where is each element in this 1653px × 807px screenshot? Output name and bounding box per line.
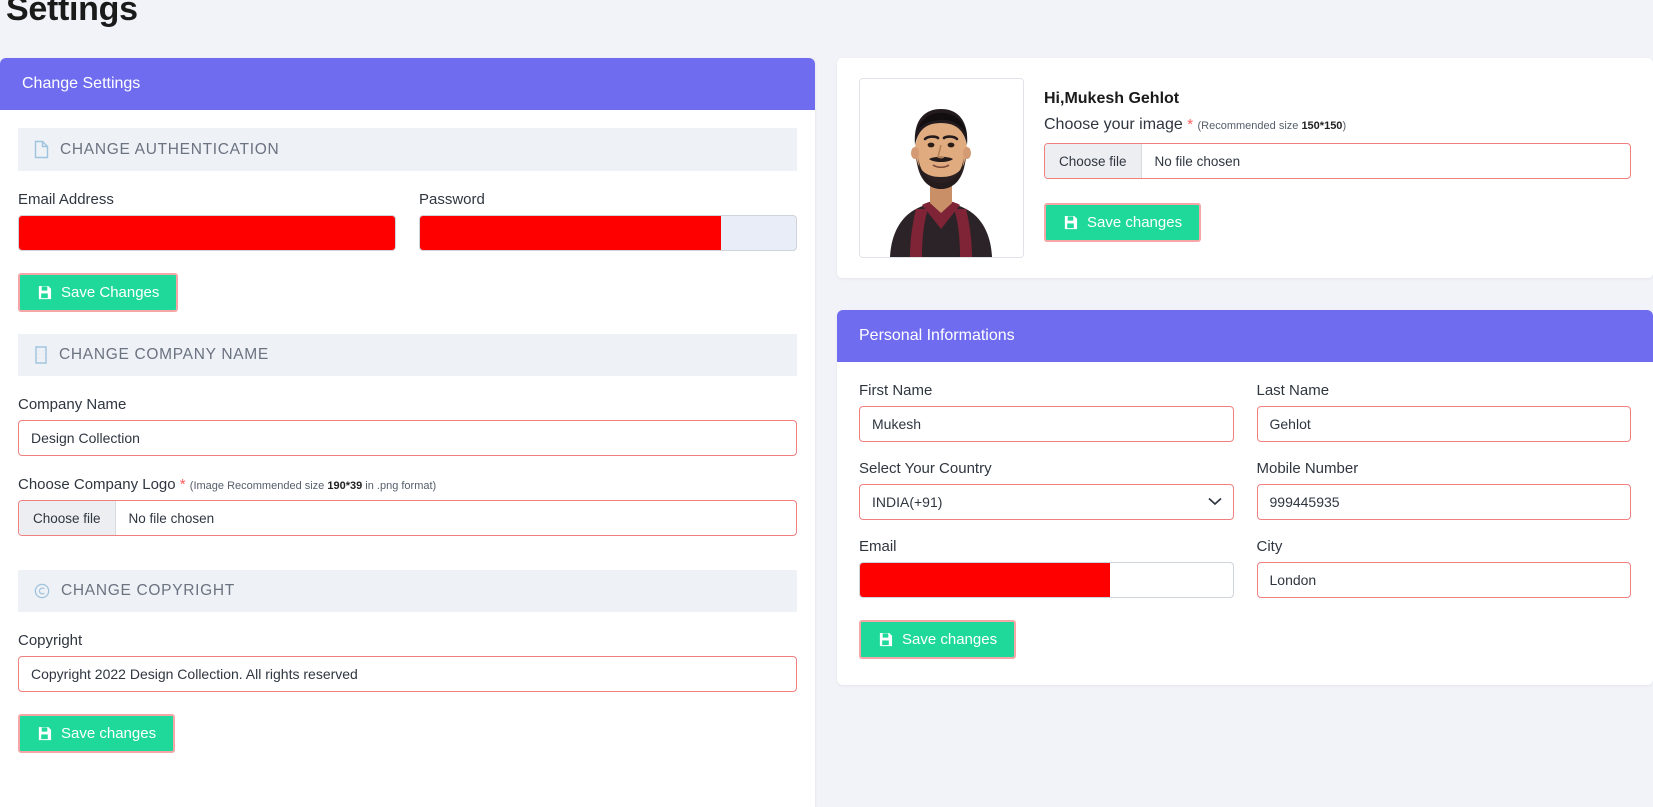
personal-informations-header: Personal Informations bbox=[837, 310, 1653, 362]
change-settings-card: Change Settings CHANGE AUTHENTICATION Em… bbox=[0, 58, 815, 807]
city-label: City bbox=[1256, 538, 1283, 555]
hint-pre: (Recommended size bbox=[1197, 120, 1302, 132]
required-asterisk: * bbox=[179, 476, 186, 493]
right-column: Hi,Mukesh Gehlot Choose your image * (Re… bbox=[837, 58, 1653, 685]
change-settings-body: CHANGE AUTHENTICATION Email Address Pass… bbox=[0, 110, 815, 753]
email-address-label: Email Address bbox=[18, 191, 114, 208]
company-logo-text: Choose Company Logo bbox=[18, 476, 176, 493]
first-name-label: First Name bbox=[859, 382, 933, 399]
section-title: CHANGE COMPANY NAME bbox=[59, 346, 269, 363]
copyright-group: Copyright Copyright 2022 Design Collecti… bbox=[18, 632, 797, 692]
hint-size: 190*39 bbox=[327, 480, 363, 492]
country-select[interactable]: INDIA(+91) bbox=[859, 484, 1234, 520]
email-label: Email bbox=[859, 538, 897, 555]
profile-image-card: Hi,Mukesh Gehlot Choose your image * (Re… bbox=[837, 58, 1653, 278]
copyright-icon bbox=[34, 583, 50, 599]
file-name-text: No file chosen bbox=[128, 510, 215, 526]
building-icon bbox=[34, 346, 48, 364]
settings-page: Settings Change Settings CHANGE AUTHENTI… bbox=[0, 0, 1653, 807]
password-label: Password bbox=[419, 191, 485, 208]
save-disk-icon bbox=[1063, 215, 1078, 230]
mobile-number-input[interactable]: 999445935 bbox=[1256, 484, 1631, 520]
company-logo-group: Choose Company Logo * (Image Recommended… bbox=[18, 476, 797, 536]
change-settings-header: Change Settings bbox=[0, 58, 815, 110]
profile-image-file-input[interactable]: Choose file No file chosen bbox=[1044, 143, 1631, 179]
mobile-number-group: Mobile Number 999445935 bbox=[1256, 460, 1631, 520]
copyright-input[interactable]: Copyright 2022 Design Collection. All ri… bbox=[18, 656, 797, 692]
choose-image-text: Choose your image bbox=[1044, 116, 1183, 133]
last-name-group: Last Name Gehlot bbox=[1256, 382, 1631, 442]
save-disk-icon bbox=[878, 632, 893, 647]
save-copyright-label: Save changes bbox=[61, 725, 157, 742]
redaction-bar bbox=[19, 216, 395, 250]
save-personal-info-label: Save changes bbox=[902, 631, 998, 648]
save-personal-info-button[interactable]: Save changes bbox=[859, 620, 1017, 659]
choose-image-label: Choose your image * (Recommended size 15… bbox=[1044, 116, 1631, 134]
company-name-label: Company Name bbox=[18, 396, 127, 413]
section-title: CHANGE AUTHENTICATION bbox=[60, 140, 280, 158]
choose-image-hint: (Recommended size 150*150) bbox=[1198, 120, 1347, 132]
save-disk-icon bbox=[37, 285, 52, 300]
avatar-photo-illustration bbox=[860, 79, 1023, 257]
required-asterisk: * bbox=[1187, 116, 1194, 133]
save-authentication-button[interactable]: Save Changes bbox=[18, 273, 179, 312]
email-address-group: Email Address bbox=[18, 191, 396, 251]
company-name-group: Company Name Design Collection bbox=[18, 396, 797, 456]
country-group: Select Your Country INDIA(+91) bbox=[859, 460, 1234, 520]
save-disk-icon bbox=[37, 726, 52, 741]
file-name-text: No file chosen bbox=[1154, 153, 1241, 169]
password-group: Password bbox=[419, 191, 797, 251]
company-logo-file-input[interactable]: Choose file No file chosen bbox=[18, 500, 797, 536]
user-avatar bbox=[859, 78, 1024, 258]
greeting-text: Hi,Mukesh Gehlot bbox=[1044, 90, 1180, 107]
company-logo-hint: (Image Recommended size 190*39 in .png f… bbox=[190, 480, 436, 492]
hint-pre: (Image Recommended size bbox=[189, 480, 328, 492]
company-name-input[interactable]: Design Collection bbox=[18, 420, 797, 456]
first-name-input[interactable]: Mukesh bbox=[859, 406, 1234, 442]
save-copyright-button[interactable]: Save changes bbox=[18, 714, 176, 753]
hint-size: 150*150 bbox=[1301, 120, 1343, 132]
country-select-wrapper: INDIA(+91) bbox=[859, 484, 1234, 520]
mobile-number-label: Mobile Number bbox=[1256, 460, 1359, 477]
profile-details: Hi,Mukesh Gehlot Choose your image * (Re… bbox=[1044, 78, 1631, 258]
email-input[interactable] bbox=[859, 562, 1234, 598]
country-label: Select Your Country bbox=[859, 460, 992, 477]
redaction-bar bbox=[860, 563, 1110, 597]
choose-file-button[interactable]: Choose file bbox=[19, 501, 116, 535]
city-group: City London bbox=[1256, 538, 1631, 598]
last-name-input[interactable]: Gehlot bbox=[1256, 406, 1631, 442]
city-input[interactable]: London bbox=[1256, 562, 1631, 598]
email-address-input[interactable] bbox=[18, 215, 396, 251]
hint-post: in .png format) bbox=[362, 480, 437, 492]
section-change-authentication: CHANGE AUTHENTICATION bbox=[18, 128, 797, 171]
file-icon bbox=[34, 140, 49, 159]
email-group: Email bbox=[859, 538, 1234, 598]
section-change-company-name: CHANGE COMPANY NAME bbox=[18, 334, 797, 376]
copyright-label: Copyright bbox=[18, 632, 83, 649]
redaction-bar bbox=[420, 216, 721, 250]
save-profile-image-button[interactable]: Save changes bbox=[1044, 203, 1202, 242]
company-logo-label: Choose Company Logo * (Image Recommended… bbox=[18, 476, 797, 493]
personal-informations-card: Personal Informations First Name Mukesh … bbox=[837, 310, 1653, 685]
first-name-group: First Name Mukesh bbox=[859, 382, 1234, 442]
last-name-label: Last Name bbox=[1256, 382, 1330, 399]
save-profile-image-label: Save changes bbox=[1087, 214, 1183, 231]
hint-post: ) bbox=[1342, 120, 1347, 132]
personal-informations-body: First Name Mukesh Last Name Gehlot Selec… bbox=[837, 362, 1653, 685]
page-title: Settings bbox=[6, 0, 138, 28]
choose-file-button[interactable]: Choose file bbox=[1045, 144, 1142, 178]
section-change-copyright: CHANGE COPYRIGHT bbox=[18, 570, 797, 612]
section-title: CHANGE COPYRIGHT bbox=[61, 582, 235, 599]
password-input[interactable] bbox=[419, 215, 797, 251]
save-authentication-label: Save Changes bbox=[61, 284, 160, 301]
